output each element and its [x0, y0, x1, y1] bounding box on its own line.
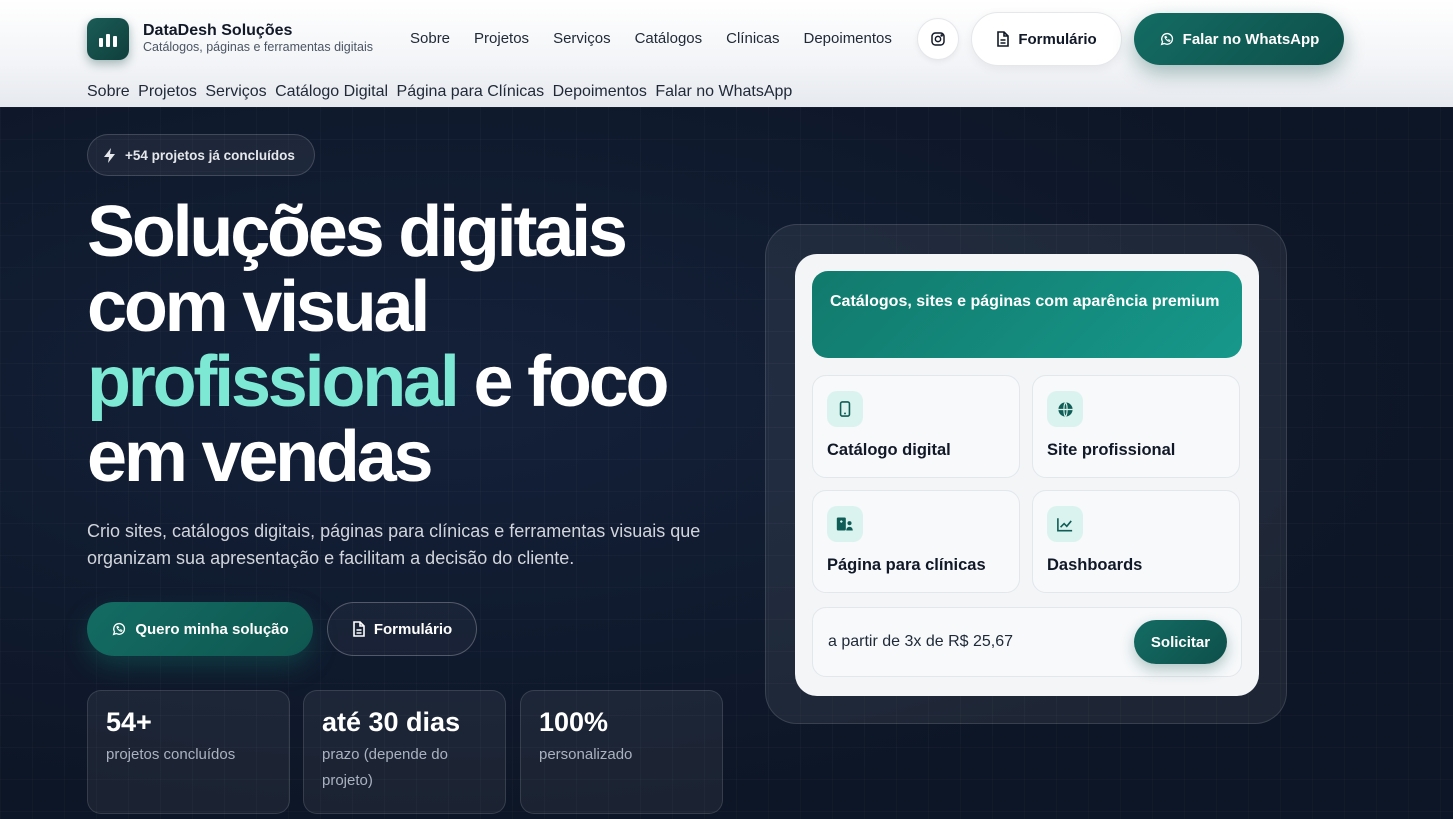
- headline-line-2: com visual: [87, 267, 430, 347]
- stat-value: 54+: [106, 707, 152, 737]
- showcase-card-frame: Catálogos, sites e páginas com aparência…: [765, 224, 1287, 724]
- globe-icon: [1047, 391, 1083, 427]
- request-button[interactable]: Solicitar: [1134, 620, 1227, 664]
- site-header: DataDesh Soluções Catálogos, páginas e f…: [0, 0, 1453, 107]
- nav-item-servicos[interactable]: Serviços: [553, 30, 611, 47]
- showcase-card-title: Catálogos, sites e páginas com aparência…: [812, 271, 1242, 358]
- hero-section: +54 projetos já concluídos Soluções digi…: [0, 107, 1453, 819]
- subnav-item-servicos[interactable]: Serviços: [205, 83, 266, 100]
- primary-cta-button[interactable]: Quero minha solução: [87, 602, 313, 656]
- whatsapp-icon: [112, 622, 126, 636]
- badge-text: +54 projetos já concluídos: [125, 147, 295, 163]
- subnav-item-catalogo-digital[interactable]: Catálogo Digital: [275, 83, 388, 100]
- instagram-icon: [931, 32, 945, 46]
- form-button-header[interactable]: Formulário: [971, 12, 1122, 66]
- form-button-hero[interactable]: Formulário: [327, 602, 477, 656]
- subnav-item-pagina-clinicas[interactable]: Página para Clínicas: [397, 83, 545, 100]
- service-tiles: Catálogo digital Site profissional Págin…: [812, 375, 1242, 593]
- clinic-icon: [827, 506, 863, 542]
- hero-headline: Soluções digitais com visual profissiona…: [87, 195, 737, 495]
- main-nav: Sobre Projetos Serviços Catálogos Clínic…: [410, 30, 892, 47]
- instagram-button[interactable]: [917, 18, 959, 60]
- stat-label: projetos concluídos: [106, 746, 236, 763]
- headline-accent: profissional: [87, 342, 460, 422]
- price-row: a partir de 3x de R$ 25,67 Solicitar: [812, 607, 1242, 677]
- tile-label: Catálogo digital: [827, 441, 951, 459]
- projects-badge: +54 projetos já concluídos: [87, 134, 315, 176]
- form-button-label: Formulário: [1018, 30, 1097, 48]
- form-button-hero-label: Formulário: [373, 620, 453, 638]
- tile-pagina-clinicas[interactable]: Página para clínicas: [812, 490, 1020, 593]
- lightning-icon: [104, 147, 115, 163]
- tile-label: Site profissional: [1047, 441, 1176, 459]
- chart-line-icon: [1047, 506, 1083, 542]
- showcase-card: Catálogos, sites e páginas com aparência…: [795, 254, 1259, 696]
- primary-cta-label: Quero minha solução: [135, 620, 289, 638]
- whatsapp-button-header[interactable]: Falar no WhatsApp: [1134, 13, 1344, 65]
- nav-item-clinicas[interactable]: Clínicas: [726, 30, 779, 47]
- secondary-nav: Sobre Projetos Serviços Catálogo Digital…: [87, 83, 792, 101]
- subnav-item-whatsapp[interactable]: Falar no WhatsApp: [655, 83, 792, 100]
- nav-item-catalogos[interactable]: Catálogos: [635, 30, 703, 47]
- document-icon: [353, 621, 365, 637]
- brand[interactable]: DataDesh Soluções Catálogos, páginas e f…: [87, 18, 373, 60]
- nav-item-projetos[interactable]: Projetos: [474, 30, 529, 47]
- whatsapp-icon: [1160, 32, 1173, 46]
- brand-text: DataDesh Soluções Catálogos, páginas e f…: [143, 22, 373, 54]
- nav-item-sobre[interactable]: Sobre: [410, 30, 450, 47]
- whatsapp-button-label: Falar no WhatsApp: [1182, 30, 1320, 48]
- stat-label: prazo (depende do projeto): [322, 746, 448, 789]
- nav-item-depoimentos[interactable]: Depoimentos: [804, 30, 892, 47]
- hero-lead: Crio sites, catálogos digitais, páginas …: [87, 521, 701, 568]
- stat-value: até 30 dias: [322, 707, 461, 737]
- stat-card-deadline: até 30 dias prazo (depende do projeto): [303, 690, 506, 814]
- tile-catalogo-digital[interactable]: Catálogo digital: [812, 375, 1020, 478]
- stat-label: personalizado: [539, 746, 633, 763]
- stat-value: 100%: [539, 707, 609, 737]
- tile-dashboards[interactable]: Dashboards: [1032, 490, 1240, 593]
- subnav-item-depoimentos[interactable]: Depoimentos: [553, 83, 647, 100]
- document-icon: [997, 31, 1010, 47]
- tile-label: Página para clínicas: [827, 556, 986, 574]
- brand-name: DataDesh Soluções: [143, 22, 293, 39]
- tile-label: Dashboards: [1047, 556, 1143, 574]
- headline-line-3: e foco: [473, 342, 669, 422]
- bar-chart-logo-icon: [87, 18, 129, 60]
- stat-card-custom: 100% personalizado: [520, 690, 723, 814]
- headline-line-1: Soluções digitais: [87, 192, 628, 272]
- subnav-item-projetos[interactable]: Projetos: [138, 83, 197, 100]
- brand-tagline: Catálogos, páginas e ferramentas digitai…: [143, 40, 373, 54]
- subnav-item-sobre[interactable]: Sobre: [87, 83, 130, 100]
- smartphone-icon: [827, 391, 863, 427]
- headline-line-4: em vendas: [87, 417, 434, 497]
- tile-site-profissional[interactable]: Site profissional: [1032, 375, 1240, 478]
- stat-card-projects: 54+ projetos concluídos: [87, 690, 290, 814]
- price-text: a partir de 3x de R$ 25,67: [828, 633, 1014, 650]
